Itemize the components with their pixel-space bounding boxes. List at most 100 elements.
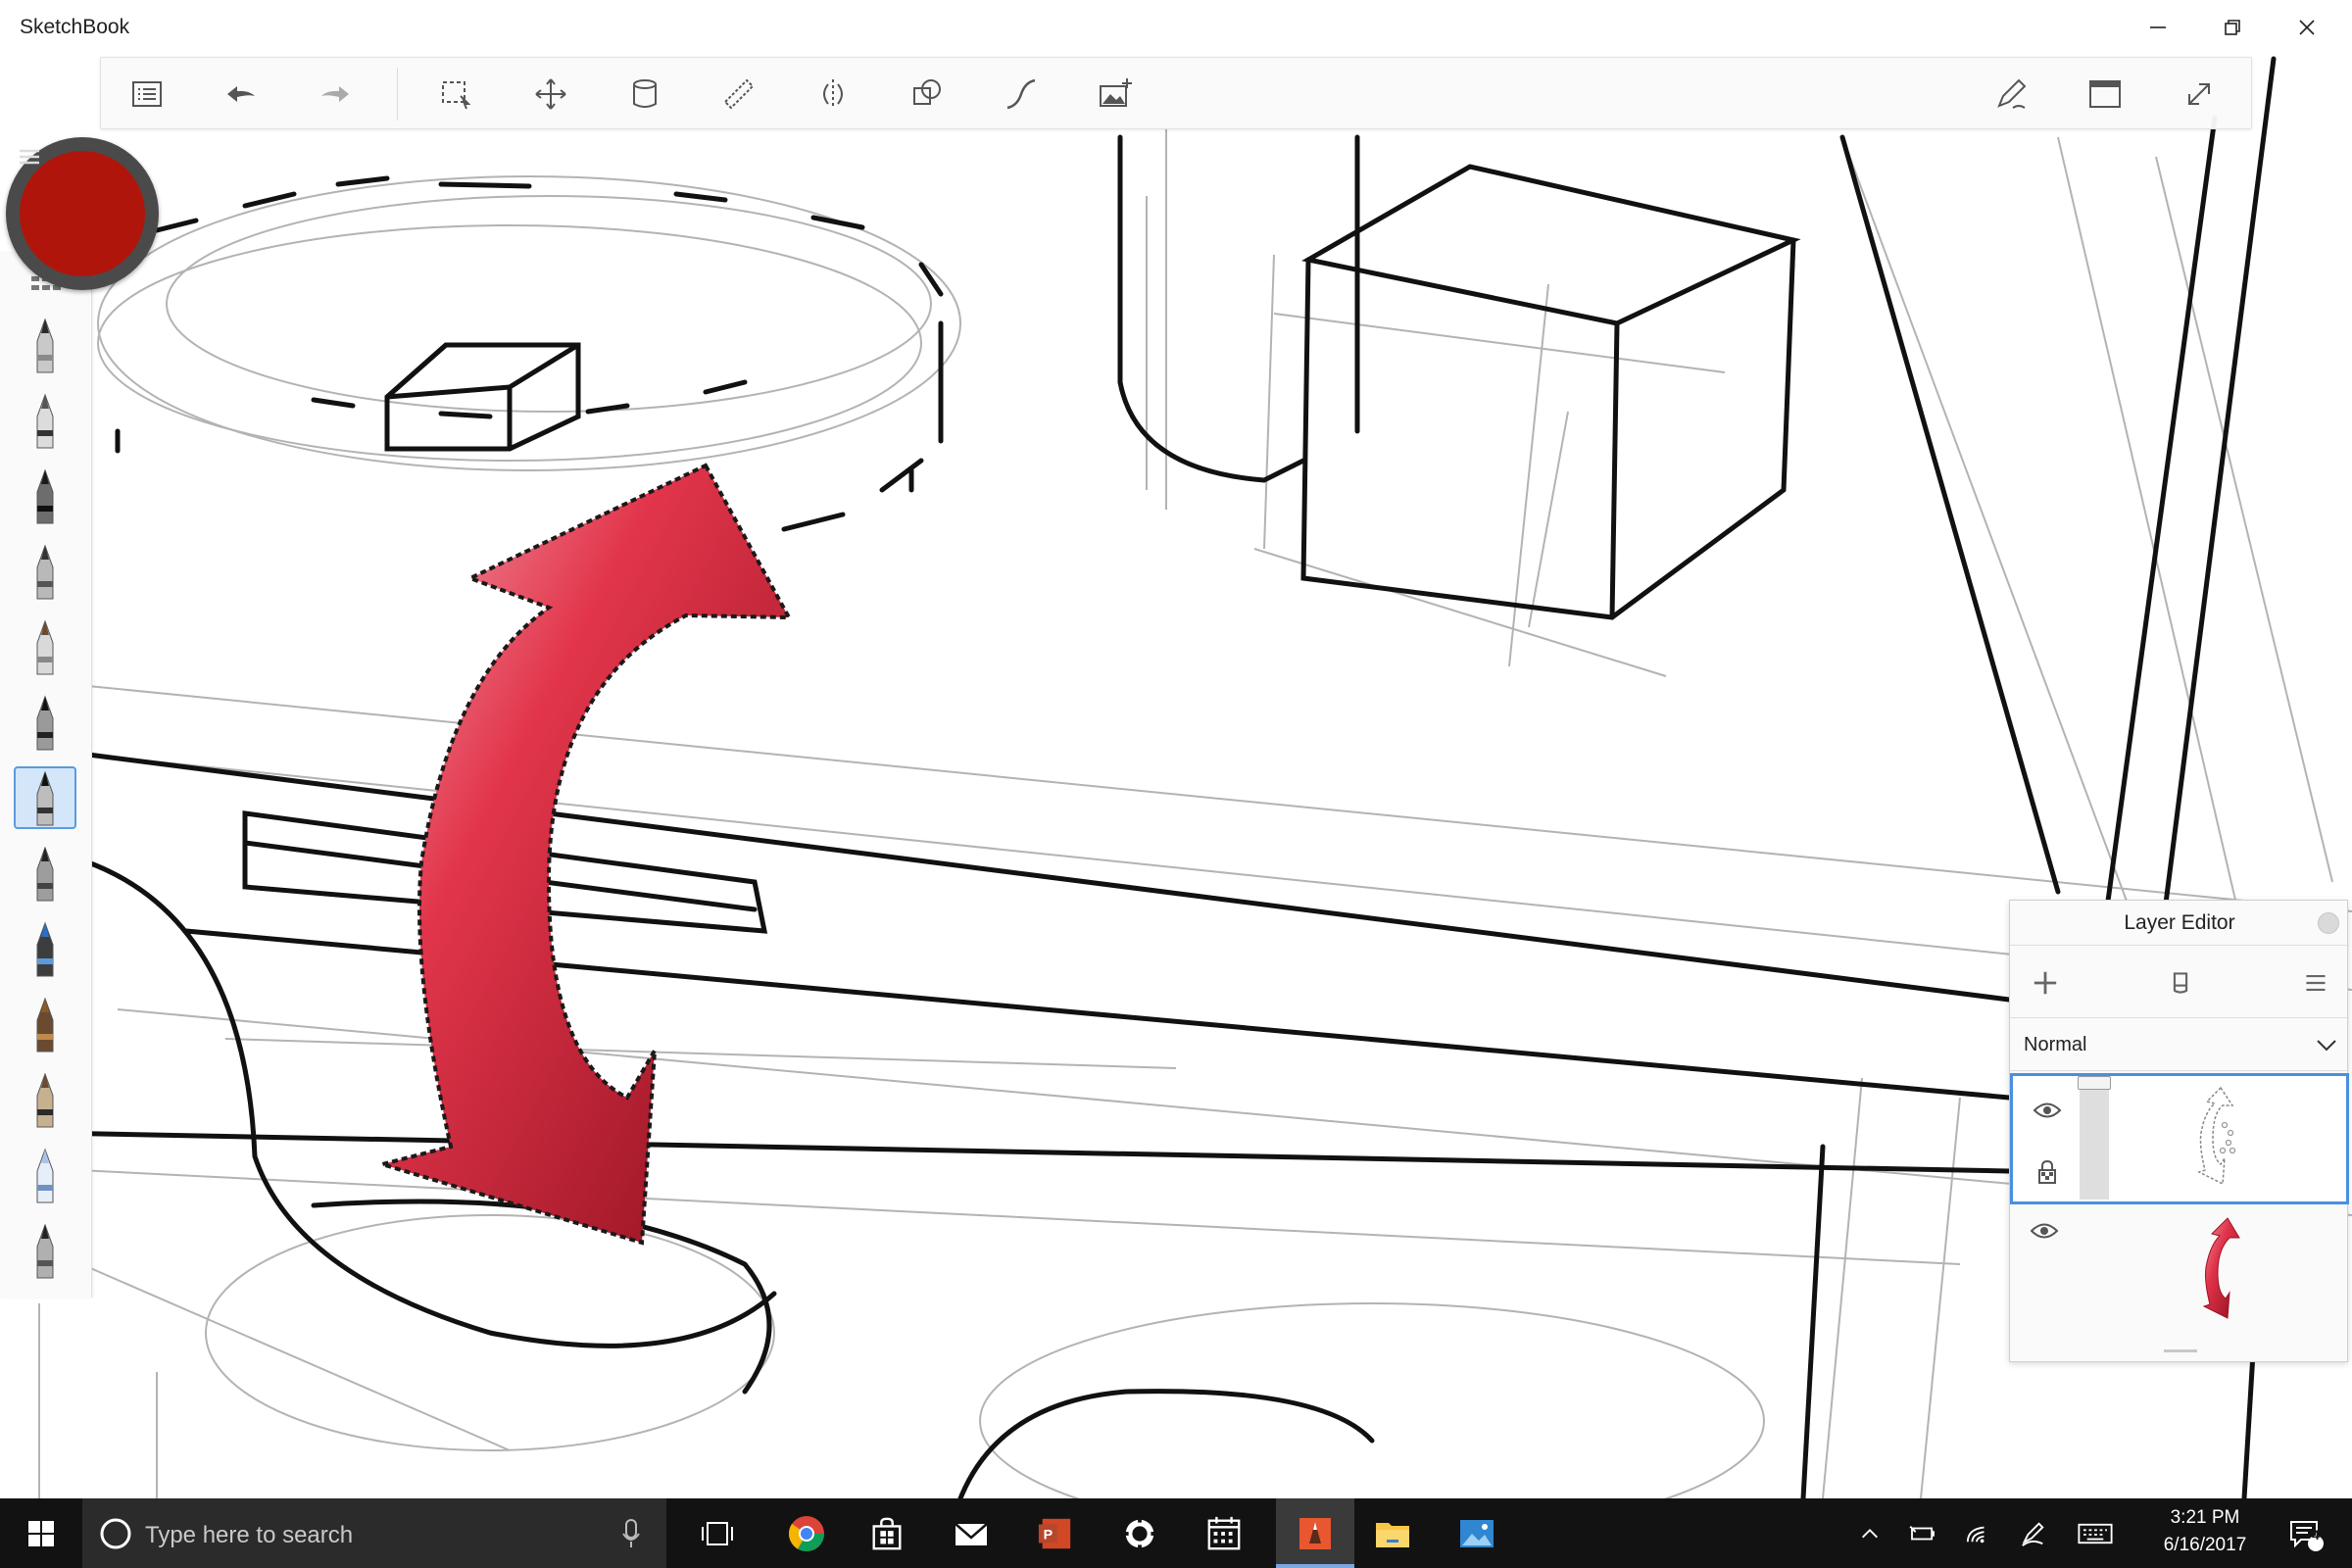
brush-airbrush[interactable] [14, 389, 76, 452]
undo-button[interactable] [217, 70, 266, 119]
marker-icon [36, 468, 54, 524]
current-color-swatch[interactable] [20, 151, 145, 276]
battery-button[interactable] [1903, 1498, 1942, 1568]
restore-icon [2225, 20, 2240, 35]
pen-mode-icon [1997, 78, 2027, 109]
eye-icon[interactable] [2033, 1100, 2062, 1121]
taskbar-file-explorer[interactable] [1360, 1498, 1425, 1568]
chrome-icon [788, 1515, 824, 1551]
brush-pencil[interactable] [14, 314, 76, 376]
eye-icon[interactable] [2030, 1220, 2059, 1242]
fill-icon [633, 79, 657, 108]
select-button[interactable] [432, 70, 481, 119]
minimize-button[interactable] [2121, 6, 2195, 49]
task-view-button[interactable] [686, 1498, 749, 1568]
hamburger-icon[interactable] [18, 147, 43, 169]
resize-grip[interactable] [2164, 1349, 2197, 1352]
taskbar-store[interactable] [855, 1498, 919, 1568]
brush-inking-pen[interactable] [14, 691, 76, 754]
ruler-button[interactable] [714, 70, 763, 119]
brush-brush-pen[interactable] [14, 993, 76, 1055]
search-bar[interactable]: Type here to search [82, 1498, 666, 1568]
menu-list-button[interactable] [122, 70, 172, 119]
paintbrush-icon [36, 619, 54, 675]
undo-icon [227, 86, 255, 102]
brush-pastel[interactable] [14, 1068, 76, 1131]
windows-logo-icon [28, 1520, 54, 1546]
add-layer-button[interactable] [2024, 961, 2067, 1004]
keyboard-icon [2078, 1523, 2113, 1544]
clock-time: 3:21 PM [2170, 1507, 2240, 1528]
battery-icon [1909, 1525, 1935, 1540]
lock-transparency-icon[interactable] [2034, 1158, 2060, 1186]
transform-icon [535, 78, 566, 110]
show-hidden-icons-button[interactable] [1852, 1498, 1887, 1568]
touch-keyboard-button[interactable] [2068, 1498, 2123, 1568]
taskbar-photos[interactable] [1445, 1498, 1509, 1568]
task-view-icon [702, 1521, 733, 1545]
transform-button[interactable] [526, 70, 575, 119]
fullscreen-button[interactable] [2175, 70, 2224, 119]
redo-icon [321, 86, 349, 102]
layer-row-arrow[interactable] [2010, 1206, 2349, 1338]
mail-icon [955, 1522, 988, 1545]
taskbar-sketchbook[interactable] [1276, 1498, 1354, 1568]
pen-ink-icon [2022, 1521, 2044, 1546]
restore-button[interactable] [2195, 6, 2270, 49]
brush-marker[interactable] [14, 465, 76, 527]
sketchbook-icon [1299, 1517, 1331, 1549]
layer-thumbnail-selection [2197, 1086, 2236, 1186]
drawing-canvas[interactable] [0, 55, 2352, 1498]
start-button[interactable] [0, 1498, 82, 1568]
layer-menu-button[interactable] [2294, 961, 2337, 1004]
taskbar-mail[interactable] [939, 1498, 1004, 1568]
brush-fine-liner[interactable] [14, 1219, 76, 1282]
layer-editor-close-button[interactable] [2318, 912, 2339, 934]
taskbar-calendar[interactable] [1192, 1498, 1256, 1568]
layer-opacity-slider[interactable] [2080, 1078, 2109, 1200]
brush-highlighter[interactable] [14, 917, 76, 980]
close-button[interactable] [2270, 6, 2344, 49]
brush-chisel-marker[interactable] [14, 540, 76, 603]
curve-button[interactable] [997, 70, 1046, 119]
pastel-icon [36, 1072, 54, 1128]
fountain-pen-icon [36, 770, 54, 826]
taskbar-chrome[interactable] [774, 1498, 839, 1568]
wifi-icon [1966, 1526, 1984, 1543]
notification-count: 4 [2312, 1527, 2320, 1543]
shapes-button[interactable] [903, 70, 952, 119]
color-puck[interactable] [6, 137, 159, 290]
layer-canvas-button[interactable] [2159, 961, 2202, 1004]
calendar-icon [1207, 1516, 1241, 1549]
brush-blender[interactable] [14, 1144, 76, 1206]
layer-row-selection[interactable] [2010, 1073, 2349, 1204]
brush-fountain-pen[interactable] [14, 766, 76, 829]
layer-canvas-icon [2173, 972, 2188, 994]
powerpoint-icon: P [1038, 1518, 1071, 1548]
add-image-button[interactable] [1091, 70, 1140, 119]
blend-mode-select[interactable]: Normal [2010, 1018, 2349, 1071]
ui-layout-button[interactable] [2081, 70, 2130, 119]
microphone-icon[interactable] [621, 1518, 641, 1549]
action-center-button[interactable]: 4 [2276, 1498, 2334, 1568]
taskbar-settings-app[interactable] [1107, 1498, 1172, 1568]
taskbar-powerpoint[interactable]: P [1023, 1498, 1088, 1568]
symmetry-button[interactable] [808, 70, 858, 119]
layer-opacity-thumb[interactable] [2078, 1076, 2111, 1090]
brush-ballpoint-pen[interactable] [14, 842, 76, 905]
shapes-icon [913, 79, 941, 105]
add-image-icon [1100, 78, 1132, 107]
chevron-up-icon [1862, 1528, 1878, 1538]
airbrush-icon [36, 393, 54, 449]
fill-button[interactable] [620, 70, 669, 119]
windows-ink-button[interactable] [2013, 1498, 2052, 1568]
highlighter-icon [36, 921, 54, 977]
cortana-icon [100, 1518, 131, 1549]
pen-mode-button[interactable] [1986, 70, 2035, 119]
network-button[interactable] [1958, 1498, 1997, 1568]
clock[interactable]: 3:21 PM 6/16/2017 [2146, 1504, 2264, 1559]
curve-icon [1006, 78, 1036, 110]
search-placeholder: Type here to search [145, 1522, 354, 1548]
brush-paintbrush[interactable] [14, 615, 76, 678]
redo-button[interactable] [311, 70, 360, 119]
